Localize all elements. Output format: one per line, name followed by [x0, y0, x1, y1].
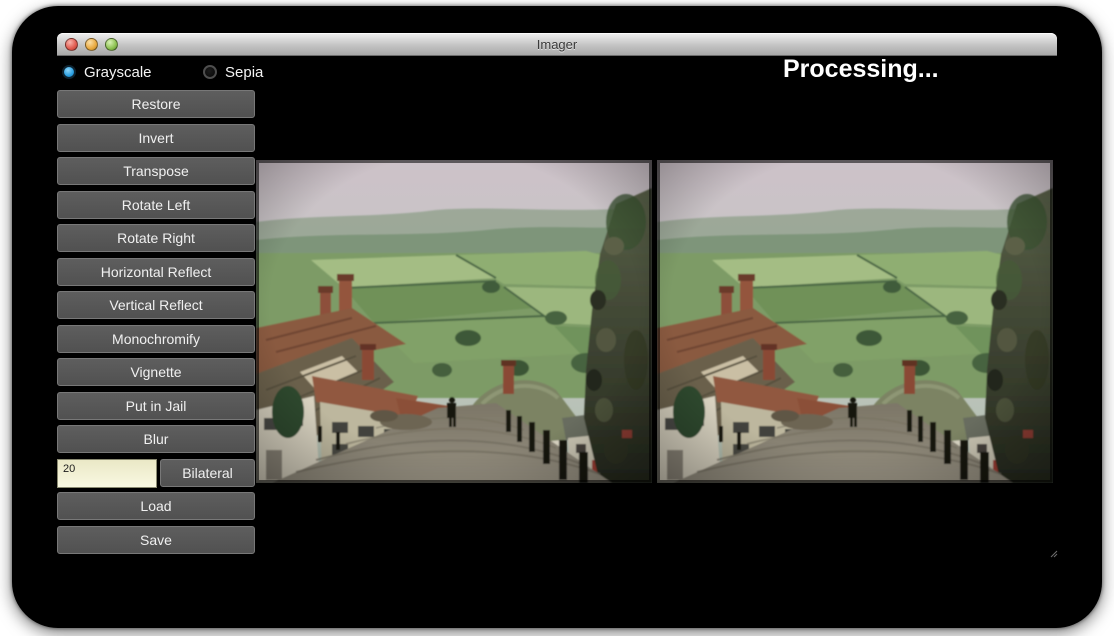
screen: Imager Grayscale Sepia Processing... Res… — [0, 0, 1114, 636]
horizontal-reflect-button[interactable]: Horizontal Reflect — [57, 258, 255, 286]
processing-status: Processing... — [783, 55, 939, 84]
original-image — [256, 160, 652, 483]
restore-button[interactable]: Restore — [57, 90, 255, 118]
transpose-button[interactable]: Transpose — [57, 157, 255, 185]
resize-grip-icon[interactable] — [1049, 549, 1058, 558]
titlebar[interactable]: Imager — [57, 33, 1057, 56]
radio-selected-icon[interactable] — [62, 65, 76, 79]
bilateral-button[interactable]: Bilateral — [160, 459, 255, 487]
village-photo-right — [657, 160, 1053, 483]
blur-button[interactable]: Blur — [57, 425, 255, 453]
radio-sepia[interactable]: Sepia — [203, 63, 263, 81]
invert-button[interactable]: Invert — [57, 124, 255, 152]
put-in-jail-button[interactable]: Put in Jail — [57, 392, 255, 420]
radio-unselected-icon[interactable] — [203, 65, 217, 79]
processed-image — [657, 160, 1053, 483]
load-button[interactable]: Load — [57, 492, 255, 520]
save-button[interactable]: Save — [57, 526, 255, 554]
vertical-reflect-button[interactable]: Vertical Reflect — [57, 291, 255, 319]
radio-grayscale[interactable]: Grayscale — [62, 63, 152, 81]
bilateral-value-input[interactable] — [57, 459, 157, 488]
rotate-right-button[interactable]: Rotate Right — [57, 224, 255, 252]
rotate-left-button[interactable]: Rotate Left — [57, 191, 255, 219]
radio-sepia-label: Sepia — [225, 64, 263, 81]
monochromify-button[interactable]: Monochromify — [57, 325, 255, 353]
vignette-button[interactable]: Vignette — [57, 358, 255, 386]
window-title: Imager — [57, 37, 1057, 52]
village-photo-left — [256, 160, 652, 483]
radio-grayscale-label: Grayscale — [84, 64, 152, 81]
